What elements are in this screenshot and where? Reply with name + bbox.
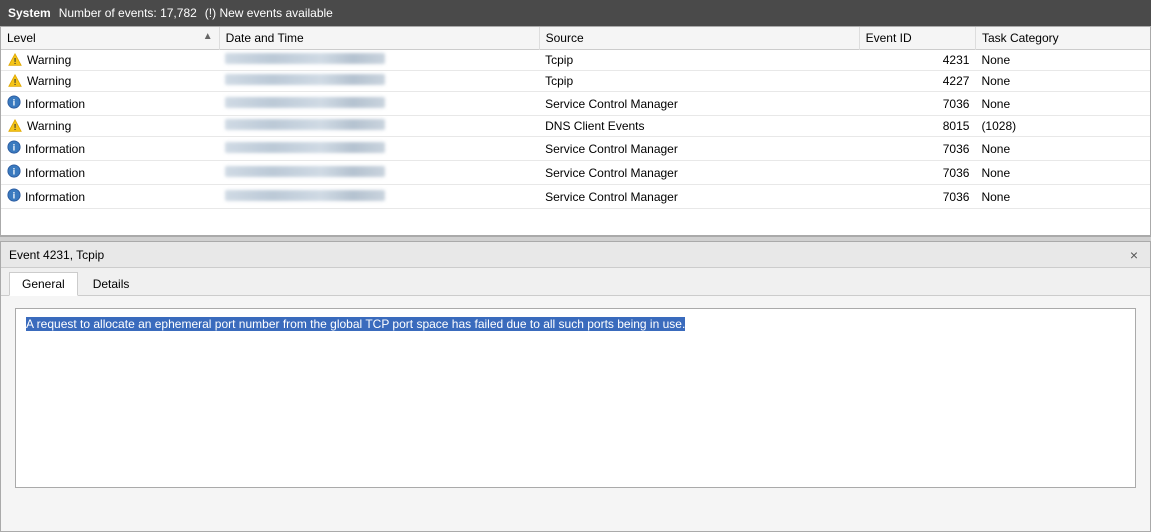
col-header-datetime[interactable]: Date and Time [219, 27, 539, 50]
level-label: Information [25, 142, 85, 156]
app-name: System [8, 6, 51, 20]
cell-eventid: 7036 [859, 92, 975, 116]
cell-taskcategory: None [975, 92, 1150, 116]
svg-text:i: i [13, 98, 15, 108]
cell-taskcategory: None [975, 50, 1150, 71]
table-row[interactable]: ! Warning Tcpip4231None [1, 50, 1150, 71]
event-list-panel: Level ▲ Date and Time Source Event ID Ta… [0, 26, 1151, 236]
info-icon: i [7, 95, 21, 112]
cell-eventid: 4231 [859, 50, 975, 71]
event-detail-panel: Event 4231, Tcpip × General Details A re… [0, 242, 1151, 532]
cell-source: Tcpip [539, 71, 859, 92]
cell-level: ! Warning [1, 71, 219, 92]
close-button[interactable]: × [1126, 248, 1142, 262]
cell-level: ! Warning [1, 116, 219, 137]
col-header-taskcategory[interactable]: Task Category [975, 27, 1150, 50]
event-table: Level ▲ Date and Time Source Event ID Ta… [1, 27, 1150, 50]
cell-taskcategory: None [975, 185, 1150, 209]
cell-eventid: 7036 [859, 185, 975, 209]
table-row[interactable]: ! Warning Tcpip4227None [1, 71, 1150, 92]
cell-eventid: 8015 [859, 116, 975, 137]
event-list-scroll[interactable]: ! WarningTcpip4231None ! WarningTcpip422… [1, 50, 1150, 233]
level-label: Information [25, 190, 85, 204]
cell-eventid: 4227 [859, 71, 975, 92]
detail-title: Event 4231, Tcpip [9, 248, 104, 262]
datetime-placeholder [225, 97, 385, 108]
cell-datetime [219, 116, 539, 137]
svg-text:i: i [13, 191, 15, 201]
cell-level: ! Warning [1, 50, 219, 71]
cell-source: Service Control Manager [539, 185, 859, 209]
level-label: Information [25, 166, 85, 180]
datetime-placeholder [225, 74, 385, 85]
datetime-placeholder [225, 142, 385, 153]
tabs-bar: General Details [1, 268, 1150, 296]
datetime-placeholder [225, 119, 385, 130]
event-rows: ! WarningTcpip4231None ! WarningTcpip422… [1, 50, 1150, 209]
level-label: Warning [27, 119, 71, 133]
cell-taskcategory: None [975, 137, 1150, 161]
detail-header: Event 4231, Tcpip × [1, 242, 1150, 268]
cell-datetime [219, 161, 539, 185]
col-header-eventid[interactable]: Event ID [859, 27, 975, 50]
svg-text:!: ! [14, 123, 17, 132]
cell-source: Service Control Manager [539, 137, 859, 161]
cell-datetime [219, 92, 539, 116]
cell-level: i Information [1, 185, 219, 209]
tab-details[interactable]: Details [80, 272, 143, 295]
new-events-label: (!) New events available [205, 6, 333, 20]
table-row[interactable]: i Information Service Control Manager7036… [1, 161, 1150, 185]
cell-taskcategory: None [975, 71, 1150, 92]
cell-level: i Information [1, 137, 219, 161]
table-row[interactable]: ! Warning DNS Client Events8015(1028) [1, 116, 1150, 137]
warning-icon: ! [7, 74, 23, 88]
table-row[interactable]: i Information Service Control Manager7036… [1, 137, 1150, 161]
svg-text:i: i [13, 143, 15, 153]
event-table-body: ! WarningTcpip4231None ! WarningTcpip422… [1, 50, 1150, 209]
cell-eventid: 7036 [859, 137, 975, 161]
col-header-level[interactable]: Level ▲ [1, 27, 219, 50]
event-count: Number of events: 17,782 [59, 6, 197, 20]
detail-text-box[interactable]: A request to allocate an ephemeral port … [15, 308, 1136, 488]
svg-text:!: ! [14, 57, 17, 66]
detail-content: A request to allocate an ephemeral port … [1, 296, 1150, 524]
warning-icon: ! [7, 53, 23, 67]
cell-level: i Information [1, 92, 219, 116]
detail-text-highlighted: A request to allocate an ephemeral port … [26, 317, 685, 331]
table-row[interactable]: i Information Service Control Manager7036… [1, 185, 1150, 209]
table-row[interactable]: i Information Service Control Manager7036… [1, 92, 1150, 116]
cell-datetime [219, 185, 539, 209]
info-icon: i [7, 188, 21, 205]
svg-text:!: ! [14, 78, 17, 87]
table-header: Level ▲ Date and Time Source Event ID Ta… [1, 27, 1150, 50]
cell-datetime [219, 71, 539, 92]
sort-arrow-level: ▲ [203, 31, 213, 42]
level-label: Information [25, 97, 85, 111]
tab-general[interactable]: General [9, 272, 78, 296]
col-header-source[interactable]: Source [539, 27, 859, 50]
cell-source: DNS Client Events [539, 116, 859, 137]
svg-text:i: i [13, 167, 15, 177]
cell-taskcategory: None [975, 161, 1150, 185]
cell-source: Service Control Manager [539, 161, 859, 185]
cell-source: Tcpip [539, 50, 859, 71]
info-icon: i [7, 140, 21, 157]
title-bar: System Number of events: 17,782 (!) New … [0, 0, 1151, 26]
cell-level: i Information [1, 161, 219, 185]
cell-eventid: 7036 [859, 161, 975, 185]
cell-datetime [219, 50, 539, 71]
datetime-placeholder [225, 53, 385, 64]
cell-source: Service Control Manager [539, 92, 859, 116]
level-label: Warning [27, 53, 71, 67]
warning-icon: ! [7, 119, 23, 133]
level-label: Warning [27, 74, 71, 88]
cell-taskcategory: (1028) [975, 116, 1150, 137]
cell-datetime [219, 137, 539, 161]
info-icon: i [7, 164, 21, 181]
datetime-placeholder [225, 166, 385, 177]
datetime-placeholder [225, 190, 385, 201]
